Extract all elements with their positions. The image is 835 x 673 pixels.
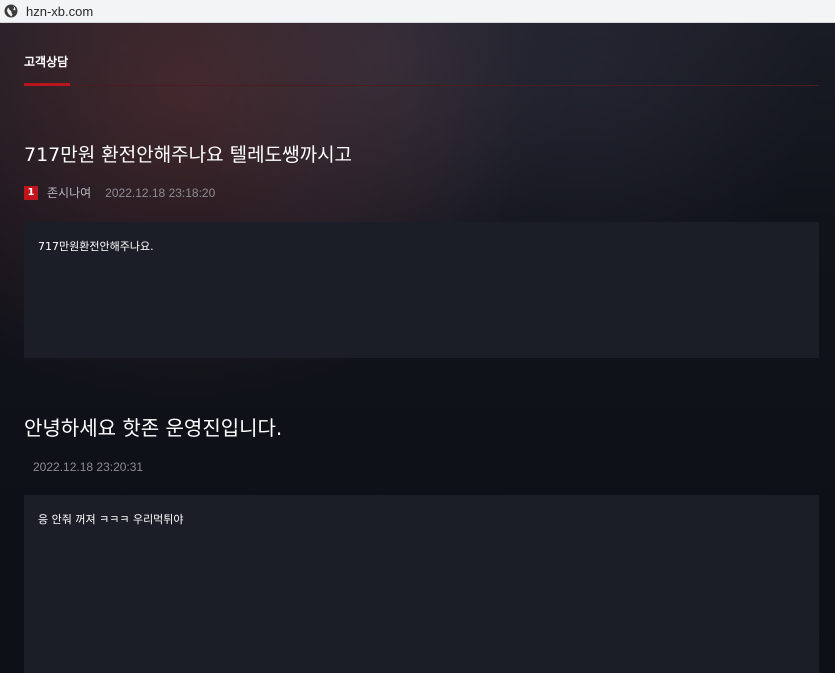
post-date: 2022.12.18 23:18:20 xyxy=(105,185,216,200)
board-tab-bar: 고객상담 xyxy=(24,53,819,86)
globe-icon xyxy=(4,4,18,18)
reply-title: 안녕하세요 핫존 운영진입니다. xyxy=(24,416,283,440)
post-author[interactable]: 존시나여 xyxy=(47,184,91,201)
tab-customer-support[interactable]: 고객상담 xyxy=(24,53,71,86)
post-meta: 1 존시나여 2022.12.18 23:18:20 xyxy=(24,184,215,201)
reply-body: 응 안줘 꺼져 ㅋㅋㅋ 우리먹튀야 xyxy=(38,513,184,526)
page-content: 고객상담 717만원 환전안해주나요 텔레도쌩까시고 1 존시나여 2022.1… xyxy=(0,23,835,673)
post-title: 717만원 환전안해주나요 텔레도쌩까시고 xyxy=(24,144,353,166)
level-badge: 1 xyxy=(24,185,38,200)
post-body: 717만원환전안해주나요. xyxy=(38,240,154,253)
url-text[interactable]: hzn-xb.com xyxy=(26,4,93,19)
post-body-box: 717만원환전안해주나요. xyxy=(24,222,819,358)
reply-date: 2022.12.18 23:20:31 xyxy=(33,460,144,474)
browser-address-bar[interactable]: hzn-xb.com xyxy=(0,0,835,23)
reply-body-box: 응 안줘 꺼져 ㅋㅋㅋ 우리먹튀야 xyxy=(24,495,819,673)
